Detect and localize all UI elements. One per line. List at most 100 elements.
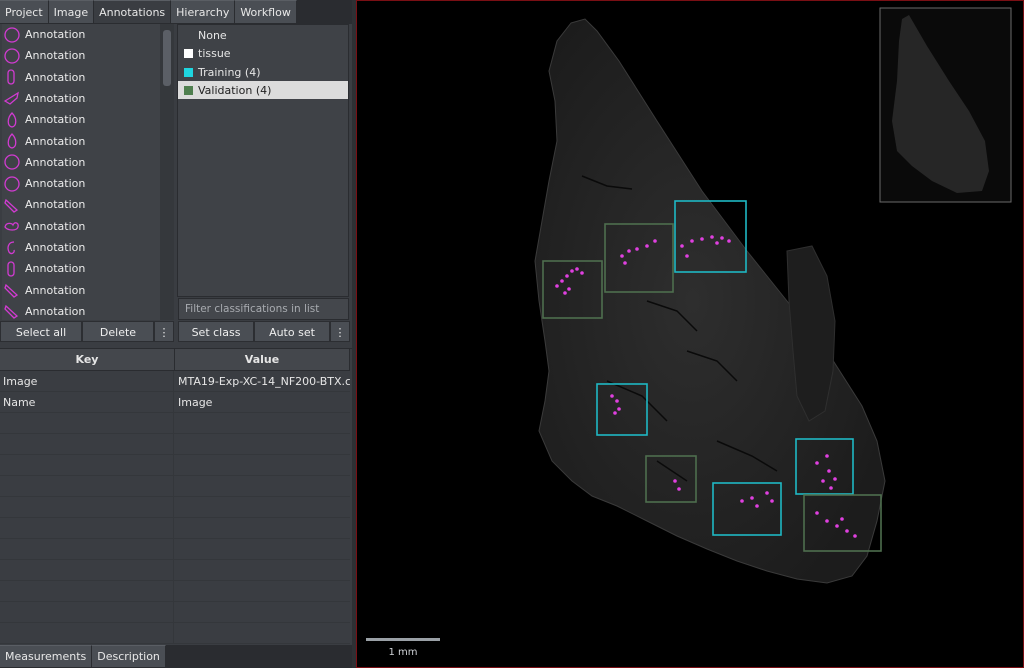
- annotation-item[interactable]: Annotation: [2, 88, 160, 109]
- annotation-hook-icon: [2, 239, 22, 257]
- tab-image[interactable]: Image: [48, 0, 95, 23]
- tab-workflow[interactable]: Workflow: [235, 0, 297, 23]
- annotation-item[interactable]: Annotation: [2, 152, 160, 173]
- annotation-item[interactable]: Annotation: [2, 45, 160, 66]
- classification-list[interactable]: None tissue Training (4) Validation (4): [177, 24, 349, 297]
- annotation-wedge-icon: [2, 89, 22, 107]
- row-key: Name: [0, 392, 174, 413]
- detection-point: [635, 247, 639, 251]
- annotation-item[interactable]: Annotation: [2, 258, 160, 279]
- annotation-item[interactable]: Annotation: [2, 216, 160, 237]
- detection-point: [685, 254, 689, 258]
- empty-table-row: [0, 518, 350, 539]
- empty-value-cell: [175, 413, 350, 434]
- delete-button[interactable]: Delete: [82, 321, 154, 342]
- annotation-item[interactable]: Annotation: [2, 237, 160, 258]
- class-label: tissue: [198, 46, 231, 60]
- empty-key-cell: [0, 497, 174, 518]
- annotation-item[interactable]: Annotation: [2, 131, 160, 152]
- classification-more-button[interactable]: ⋮: [330, 321, 350, 342]
- annotation-list[interactable]: Annotation Annotation Annotation Annotation…: [2, 24, 160, 320]
- annotation-ring-icon: [2, 153, 22, 171]
- tab-measurements[interactable]: Measurements: [0, 645, 93, 667]
- detection-point: [750, 496, 754, 500]
- class-item-none[interactable]: None: [178, 26, 348, 44]
- class-item-tissue[interactable]: tissue: [178, 44, 348, 62]
- empty-key-cell: [0, 602, 174, 623]
- tab-hierarchy[interactable]: Hierarchy: [171, 0, 236, 23]
- tab-project[interactable]: Project: [0, 0, 49, 23]
- detection-point: [580, 271, 584, 275]
- left-panel: Project Image Annotations Hierarchy Work…: [0, 0, 352, 668]
- detection-point: [620, 254, 624, 258]
- class-swatch: [184, 85, 193, 95]
- annotation-item[interactable]: Annotation: [2, 194, 160, 215]
- annotation-item[interactable]: Annotation: [2, 173, 160, 194]
- detection-point: [815, 511, 819, 515]
- class-item-validation[interactable]: Validation (4): [178, 81, 348, 99]
- classification-filter-input[interactable]: Filter classifications in list: [178, 298, 349, 320]
- row-key: Image: [0, 371, 174, 392]
- annotation-buttons: Select all Delete ⋮: [0, 321, 174, 343]
- class-item-training[interactable]: Training (4): [178, 63, 348, 81]
- auto-set-button[interactable]: Auto set: [254, 321, 330, 342]
- detection-point: [565, 274, 569, 278]
- detection-point: [827, 469, 831, 473]
- class-label: Validation (4): [198, 83, 272, 97]
- annotation-label: Annotation: [25, 304, 86, 318]
- annotation-label: Annotation: [25, 177, 86, 191]
- annotation-item[interactable]: Annotation: [2, 24, 160, 45]
- value-column-header[interactable]: Value: [175, 349, 350, 371]
- detection-point: [755, 504, 759, 508]
- detection-point: [840, 517, 844, 521]
- viewer-canvas[interactable]: [357, 1, 1024, 668]
- table-row[interactable]: Image MTA19-Exp-XC-14_NF200-BTX.czi...: [0, 371, 350, 392]
- detection-point: [825, 454, 829, 458]
- annotation-label: Annotation: [25, 155, 86, 169]
- properties-table: Key Value Image MTA19-Exp-XC-14_NF200-BT…: [0, 348, 352, 644]
- detection-point: [575, 267, 579, 271]
- select-all-button[interactable]: Select all: [0, 321, 82, 342]
- annotation-item[interactable]: Annotation: [2, 301, 160, 320]
- detection-point: [615, 399, 619, 403]
- annotation-blob-icon: [2, 217, 22, 235]
- key-column-header[interactable]: Key: [0, 349, 175, 371]
- detection-point: [720, 236, 724, 240]
- annotation-ring-icon: [2, 47, 22, 65]
- detection-point: [715, 241, 719, 245]
- tab-annotations[interactable]: Annotations: [94, 0, 172, 23]
- overview-thumbnail[interactable]: [879, 7, 1012, 203]
- detection-point: [570, 269, 574, 273]
- detection-point: [821, 479, 825, 483]
- detection-point: [740, 499, 744, 503]
- table-row[interactable]: Name Image: [0, 392, 350, 413]
- tab-description[interactable]: Description: [92, 645, 166, 667]
- class-label: None: [198, 28, 227, 42]
- annotation-more-button[interactable]: ⋮: [154, 321, 174, 342]
- classification-buttons: Set class Auto set ⋮: [178, 321, 350, 343]
- image-viewer[interactable]: 1 mm: [356, 0, 1024, 668]
- empty-key-cell: [0, 623, 174, 644]
- detection-point: [563, 291, 567, 295]
- empty-value-cell: [175, 539, 350, 560]
- set-class-button[interactable]: Set class: [178, 321, 254, 342]
- empty-value-cell: [175, 434, 350, 455]
- empty-value-cell: [175, 623, 350, 644]
- main-tab-bar: Project Image Annotations Hierarchy Work…: [0, 0, 352, 24]
- annotation-diagonal-icon: [2, 196, 22, 214]
- annotation-item[interactable]: Annotation: [2, 67, 160, 88]
- annotation-teardrop-icon: [2, 111, 22, 129]
- annotation-item[interactable]: Annotation: [2, 109, 160, 130]
- annotation-label: Annotation: [25, 91, 86, 105]
- annotation-list-scrollbar[interactable]: [160, 24, 174, 320]
- scale-bar: [366, 638, 440, 641]
- empty-table-row: [0, 560, 350, 581]
- class-swatch: [184, 67, 193, 77]
- annotation-item[interactable]: Annotation: [2, 280, 160, 301]
- empty-key-cell: [0, 413, 174, 434]
- empty-table-row: [0, 539, 350, 560]
- detection-point: [555, 284, 559, 288]
- empty-value-cell: [175, 518, 350, 539]
- detection-point: [815, 461, 819, 465]
- scrollbar-thumb[interactable]: [163, 30, 171, 86]
